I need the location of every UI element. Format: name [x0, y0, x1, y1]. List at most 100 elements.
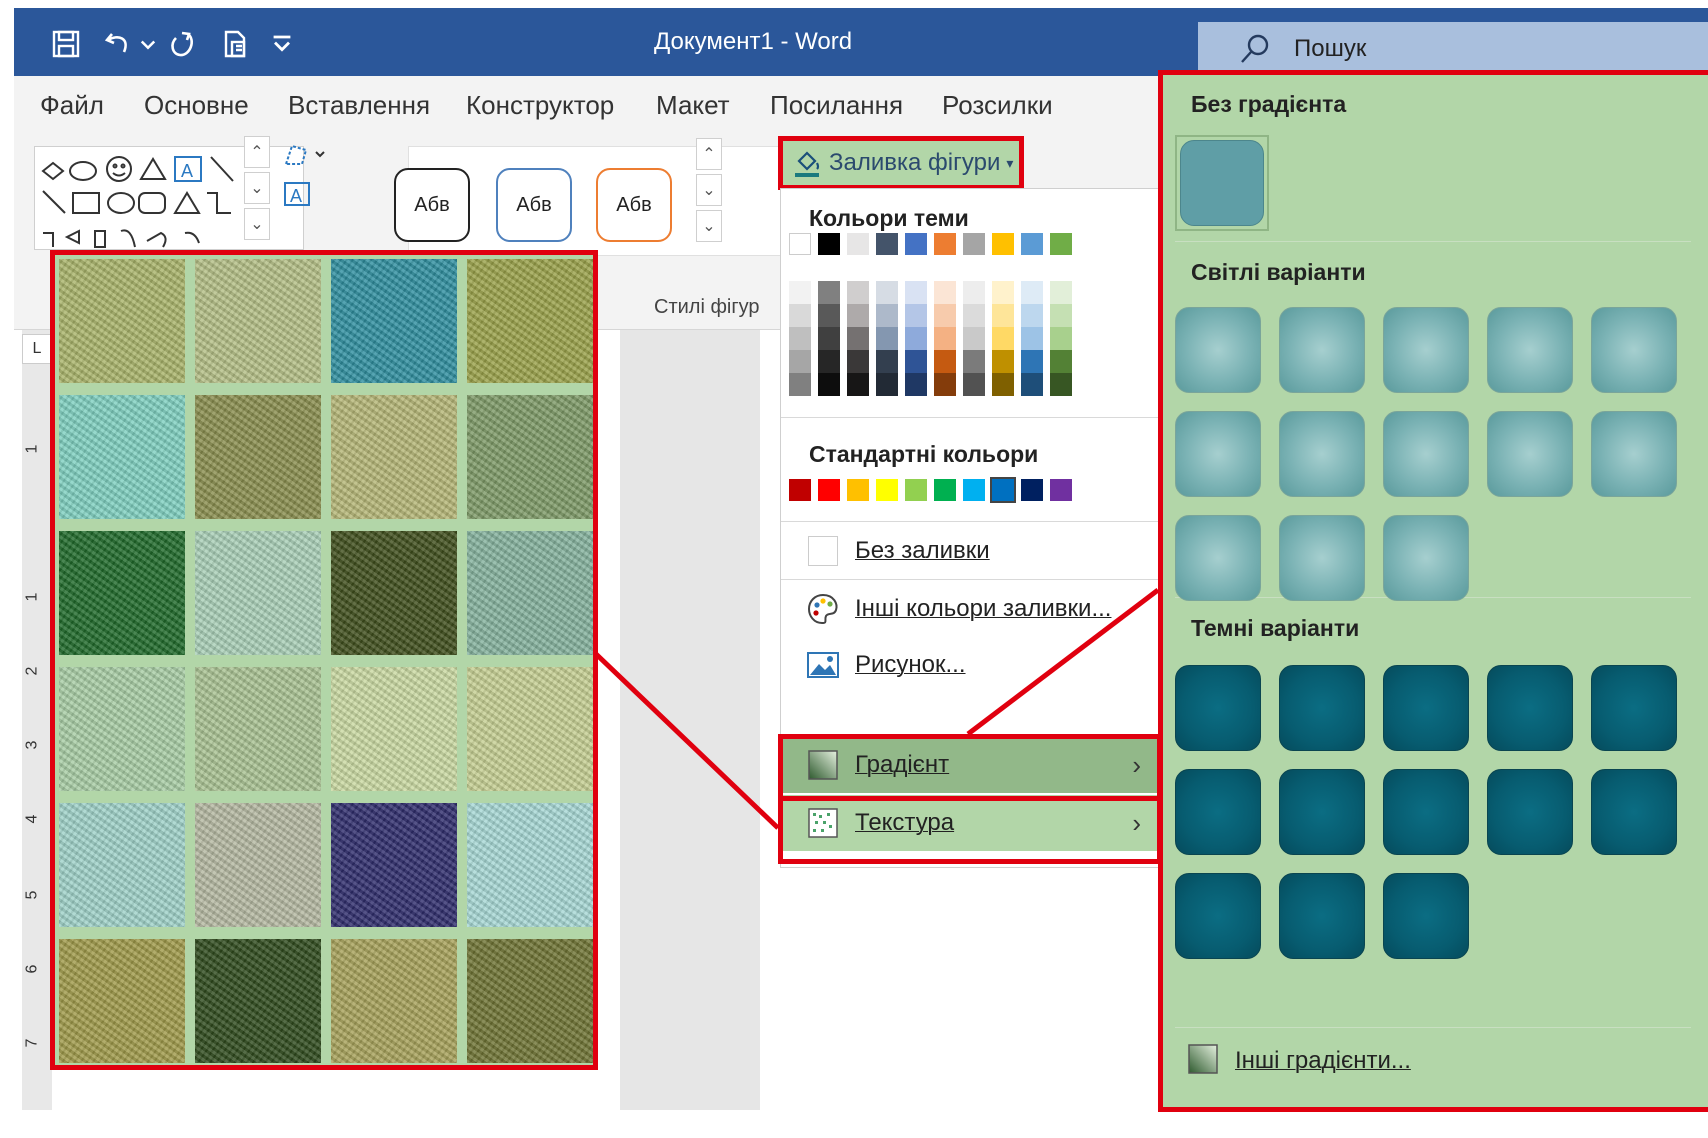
dark-gradient-swatch[interactable] [1279, 665, 1365, 751]
theme-shade-swatch[interactable] [963, 281, 985, 304]
theme-shade-swatch[interactable] [847, 350, 869, 373]
tab-references[interactable]: Посилання [770, 90, 903, 121]
theme-shade-swatch[interactable] [1050, 327, 1072, 350]
theme-shade-swatch[interactable] [1021, 350, 1043, 373]
theme-shade-swatch[interactable] [847, 281, 869, 304]
no-gradient-swatch[interactable] [1175, 135, 1269, 231]
theme-shade-swatch[interactable] [1021, 304, 1043, 327]
theme-shade-swatch[interactable] [876, 281, 898, 304]
theme-shade-swatch[interactable] [1050, 281, 1072, 304]
standard-color-swatch[interactable] [990, 477, 1016, 503]
tab-home[interactable]: Основне [144, 90, 249, 121]
light-gradient-swatch[interactable] [1175, 307, 1261, 393]
light-gradient-swatch[interactable] [1383, 411, 1469, 497]
standard-color-swatch[interactable] [934, 479, 956, 501]
texture-swatch[interactable] [195, 531, 321, 655]
light-gradient-swatch[interactable] [1279, 515, 1365, 601]
dark-gradient-swatch[interactable] [1383, 873, 1469, 959]
light-gradient-swatch[interactable] [1175, 411, 1261, 497]
theme-shade-swatch[interactable] [905, 281, 927, 304]
theme-color-swatch[interactable] [992, 233, 1014, 255]
theme-shade-swatch[interactable] [963, 327, 985, 350]
dark-gradient-swatch[interactable] [1383, 769, 1469, 855]
theme-shade-swatch[interactable] [1050, 304, 1072, 327]
tab-selector[interactable]: L [22, 334, 52, 364]
dark-gradient-swatch[interactable] [1591, 665, 1677, 751]
no-fill-item[interactable]: Без заливки [781, 523, 1159, 579]
texture-swatch[interactable] [59, 531, 185, 655]
theme-shade-swatch[interactable] [876, 327, 898, 350]
texture-swatch[interactable] [331, 803, 457, 927]
texture-swatch[interactable] [331, 259, 457, 383]
touch-mode-icon[interactable] [218, 26, 254, 62]
standard-color-swatch[interactable] [963, 479, 985, 501]
save-icon[interactable] [48, 26, 84, 62]
theme-shade-swatch[interactable] [963, 350, 985, 373]
texture-swatch[interactable] [59, 667, 185, 791]
edit-shape-icon[interactable] [280, 140, 330, 170]
theme-shade-swatch[interactable] [905, 327, 927, 350]
more-fill-colors-item[interactable]: Інші кольори заливки... [781, 581, 1159, 637]
texture-swatch[interactable] [195, 259, 321, 383]
theme-shade-swatch[interactable] [963, 304, 985, 327]
light-gradient-swatch[interactable] [1279, 411, 1365, 497]
light-gradient-swatch[interactable] [1591, 411, 1677, 497]
dark-gradient-swatch[interactable] [1487, 665, 1573, 751]
theme-shade-swatch[interactable] [789, 281, 811, 304]
light-gradient-swatch[interactable] [1279, 307, 1365, 393]
texture-swatch[interactable] [59, 395, 185, 519]
theme-shade-swatch[interactable] [818, 327, 840, 350]
shape-style-1[interactable]: Абв [394, 168, 470, 242]
theme-shade-swatch[interactable] [905, 304, 927, 327]
theme-shade-swatch[interactable] [992, 327, 1014, 350]
texture-swatch[interactable] [331, 939, 457, 1063]
shape-style-3[interactable]: Абв [596, 168, 672, 242]
theme-shade-swatch[interactable] [789, 350, 811, 373]
theme-shade-swatch[interactable] [934, 373, 956, 396]
texture-swatch[interactable] [195, 667, 321, 791]
texture-swatch[interactable] [467, 803, 593, 927]
theme-shade-swatch[interactable] [905, 350, 927, 373]
shape-style-2[interactable]: Абв [496, 168, 572, 242]
texture-swatch[interactable] [467, 667, 593, 791]
dark-gradient-swatch[interactable] [1591, 769, 1677, 855]
texture-swatch[interactable] [195, 803, 321, 927]
theme-shade-swatch[interactable] [876, 350, 898, 373]
texture-swatch[interactable] [467, 259, 593, 383]
theme-shade-swatch[interactable] [1050, 373, 1072, 396]
light-gradient-swatch[interactable] [1175, 515, 1261, 601]
dark-gradient-swatch[interactable] [1175, 873, 1261, 959]
theme-shade-swatch[interactable] [992, 373, 1014, 396]
texture-swatch[interactable] [331, 667, 457, 791]
texture-swatch[interactable] [59, 803, 185, 927]
texture-swatch[interactable] [195, 395, 321, 519]
tab-layout[interactable]: Макет [656, 90, 730, 121]
light-gradient-swatch[interactable] [1383, 515, 1469, 601]
theme-shade-swatch[interactable] [818, 281, 840, 304]
dark-gradient-swatch[interactable] [1175, 665, 1261, 751]
theme-shade-swatch[interactable] [789, 327, 811, 350]
theme-shade-swatch[interactable] [818, 373, 840, 396]
texture-swatch[interactable] [467, 939, 593, 1063]
theme-shade-swatch[interactable] [818, 304, 840, 327]
dark-gradient-swatch[interactable] [1279, 769, 1365, 855]
dark-gradient-swatch[interactable] [1175, 769, 1261, 855]
texture-swatch[interactable] [331, 395, 457, 519]
search-box[interactable]: Пошук [1198, 22, 1708, 76]
undo-dropdown-icon[interactable] [138, 26, 158, 62]
theme-shade-swatch[interactable] [789, 304, 811, 327]
theme-color-swatch[interactable] [934, 233, 956, 255]
more-gradients-item[interactable]: Інші градієнти... [1187, 1041, 1411, 1081]
theme-shade-swatch[interactable] [1021, 281, 1043, 304]
light-gradient-swatch[interactable] [1487, 411, 1573, 497]
texture-swatch[interactable] [467, 531, 593, 655]
texture-swatch[interactable] [467, 395, 593, 519]
theme-shade-swatch[interactable] [1021, 373, 1043, 396]
dark-gradient-swatch[interactable] [1279, 873, 1365, 959]
theme-shade-swatch[interactable] [992, 350, 1014, 373]
theme-shade-swatch[interactable] [789, 373, 811, 396]
theme-shade-swatch[interactable] [1021, 327, 1043, 350]
theme-shade-swatch[interactable] [934, 350, 956, 373]
customize-qat-icon[interactable] [268, 26, 296, 62]
undo-icon[interactable] [100, 26, 136, 62]
